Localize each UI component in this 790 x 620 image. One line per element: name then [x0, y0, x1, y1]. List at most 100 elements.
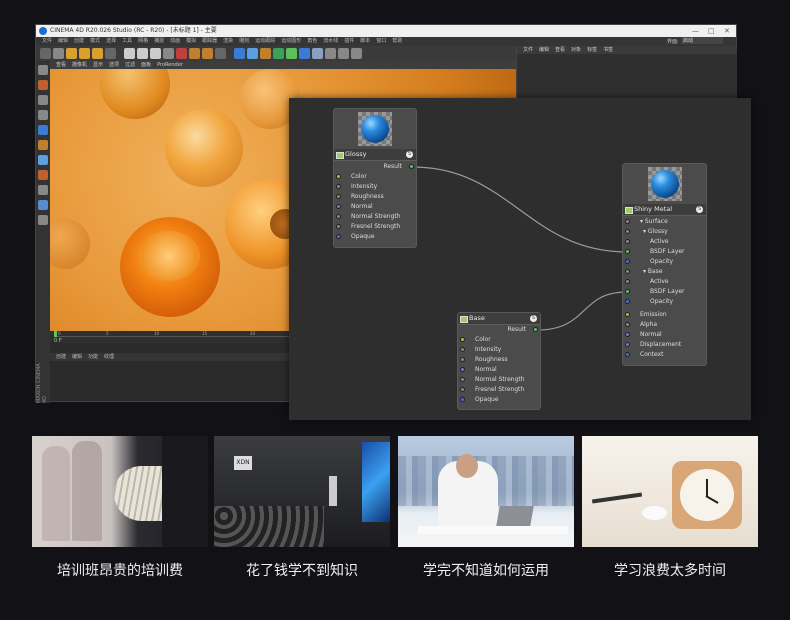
- scene-icon[interactable]: [299, 48, 310, 59]
- side-tab-1[interactable]: 编辑: [539, 47, 549, 53]
- rotate-icon[interactable]: [79, 48, 90, 59]
- material-tab-3[interactable]: 纹理: [104, 354, 114, 360]
- input-port[interactable]: [625, 322, 630, 327]
- menu-item-11[interactable]: 渲染: [223, 38, 233, 44]
- left-tool-icon-5[interactable]: [38, 140, 48, 150]
- input-port[interactable]: [460, 337, 465, 342]
- node-settings-icon[interactable]: S: [530, 315, 537, 322]
- select-icon[interactable]: [92, 48, 103, 59]
- playhead[interactable]: [54, 331, 57, 337]
- divider-icon[interactable]: [215, 48, 226, 59]
- input-port[interactable]: [625, 229, 630, 234]
- viewport-menu-item-1[interactable]: 摄像机: [72, 62, 87, 68]
- menu-item-14[interactable]: 运动图形: [281, 38, 301, 44]
- render-view-icon[interactable]: [176, 48, 187, 59]
- node-header[interactable]: Glossy S: [334, 149, 416, 161]
- layout-select[interactable]: 启动: [681, 37, 723, 44]
- nurbs-icon[interactable]: [260, 48, 271, 59]
- input-port[interactable]: [625, 269, 630, 274]
- side-tab-0[interactable]: 文件: [523, 47, 533, 53]
- input-port[interactable]: [460, 367, 465, 372]
- viewport-menu-item-3[interactable]: 选项: [109, 62, 119, 68]
- input-port[interactable]: [625, 219, 630, 224]
- side-tab-2[interactable]: 查看: [555, 47, 565, 53]
- input-port[interactable]: [625, 279, 630, 284]
- menu-item-13[interactable]: 运动跟踪: [255, 38, 275, 44]
- shiny-metal-node[interactable]: Shiny Metal S ▾ Surface ▾ Glossy Active BSD…: [622, 163, 707, 366]
- material-tab-1[interactable]: 编辑: [72, 354, 82, 360]
- input-port[interactable]: [625, 312, 630, 317]
- input-port[interactable]: [625, 239, 630, 244]
- node-editor[interactable]: Glossy S Result Color Intensity Roughness No…: [289, 98, 751, 420]
- input-port[interactable]: [460, 387, 465, 392]
- menu-item-4[interactable]: 选择: [106, 38, 116, 44]
- cube-icon[interactable]: [234, 48, 245, 59]
- menu-item-3[interactable]: 模式: [90, 38, 100, 44]
- left-tool-icon-7[interactable]: [38, 170, 48, 180]
- menu-item-17[interactable]: 插件: [344, 38, 354, 44]
- menu-item-18[interactable]: 脚本: [360, 38, 370, 44]
- input-port[interactable]: [625, 342, 630, 347]
- menu-item-15[interactable]: 角色: [307, 38, 317, 44]
- glossy-node[interactable]: Glossy S Result Color Intensity Roughness No…: [333, 108, 417, 248]
- left-tool-icon-10[interactable]: [38, 215, 48, 225]
- left-tool-icon-2[interactable]: [38, 95, 48, 105]
- input-port[interactable]: [460, 397, 465, 402]
- menu-item-10[interactable]: 跟踪器: [202, 38, 217, 44]
- light-icon[interactable]: [325, 48, 336, 59]
- array-icon[interactable]: [273, 48, 284, 59]
- left-tool-icon-3[interactable]: [38, 110, 48, 120]
- menu-item-7[interactable]: 捕捉: [154, 38, 164, 44]
- input-port[interactable]: [336, 204, 341, 209]
- menu-item-16[interactable]: 流水线: [323, 38, 338, 44]
- menu-item-1[interactable]: 编辑: [58, 38, 68, 44]
- node-header[interactable]: Shiny Metal S: [623, 204, 706, 216]
- camera-icon[interactable]: [312, 48, 323, 59]
- input-port[interactable]: [625, 289, 630, 294]
- input-port[interactable]: [625, 332, 630, 337]
- input-port[interactable]: [625, 249, 630, 254]
- material-tab-2[interactable]: 功能: [88, 354, 98, 360]
- floor-icon[interactable]: [338, 48, 349, 59]
- input-port[interactable]: [336, 174, 341, 179]
- side-tab-3[interactable]: 对象: [571, 47, 581, 53]
- material-icon[interactable]: [351, 48, 362, 59]
- maximize-icon[interactable]: □: [708, 25, 715, 37]
- material-tab-0[interactable]: 创建: [56, 354, 66, 360]
- input-port[interactable]: [336, 234, 341, 239]
- live-select-icon[interactable]: [105, 48, 116, 59]
- viewport-menu-item-5[interactable]: 面板: [141, 62, 151, 68]
- menu-item-19[interactable]: 窗口: [376, 38, 386, 44]
- undo-icon[interactable]: [40, 48, 51, 59]
- menu-item-0[interactable]: 文件: [42, 38, 52, 44]
- minimize-icon[interactable]: —: [692, 25, 699, 37]
- left-tool-icon-4[interactable]: [38, 125, 48, 135]
- node-settings-icon[interactable]: S: [406, 151, 413, 158]
- scale-icon[interactable]: [66, 48, 77, 59]
- menu-item-12[interactable]: 雕刻: [239, 38, 249, 44]
- deformer-icon[interactable]: [286, 48, 297, 59]
- input-port[interactable]: [336, 194, 341, 199]
- coord-icon[interactable]: [163, 48, 174, 59]
- input-port[interactable]: [625, 352, 630, 357]
- viewport-menu-item-6[interactable]: ProRender: [157, 62, 183, 68]
- viewport-menu-item-0[interactable]: 查看: [56, 62, 66, 68]
- input-port[interactable]: [625, 299, 630, 304]
- input-port[interactable]: [336, 214, 341, 219]
- left-tool-icon-9[interactable]: [38, 200, 48, 210]
- side-tab-5[interactable]: 书签: [603, 47, 613, 53]
- input-port[interactable]: [460, 377, 465, 382]
- node-header[interactable]: Base S: [458, 313, 540, 325]
- input-port[interactable]: [460, 357, 465, 362]
- input-port[interactable]: [336, 224, 341, 229]
- output-port[interactable]: [409, 164, 414, 169]
- menu-item-20[interactable]: 帮助: [392, 38, 402, 44]
- input-port[interactable]: [336, 184, 341, 189]
- z-axis-icon[interactable]: [150, 48, 161, 59]
- left-tool-icon-6[interactable]: [38, 155, 48, 165]
- viewport-menu-item-4[interactable]: 过滤: [125, 62, 135, 68]
- render-settings-icon[interactable]: [202, 48, 213, 59]
- menu-item-6[interactable]: 网格: [138, 38, 148, 44]
- input-port[interactable]: [625, 259, 630, 264]
- x-axis-icon[interactable]: [124, 48, 135, 59]
